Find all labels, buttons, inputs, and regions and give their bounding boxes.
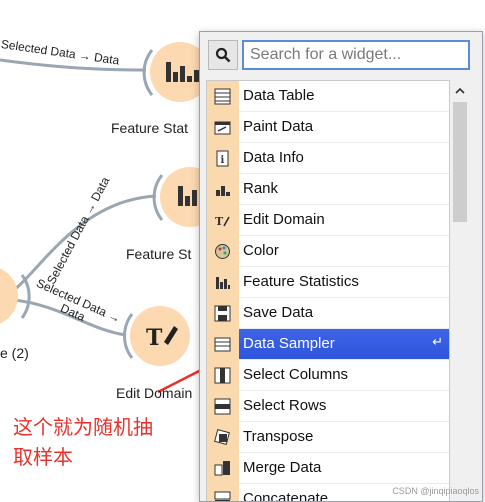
widget-item-transpose[interactable]: Transpose (207, 422, 449, 453)
select-rows-icon (214, 398, 231, 415)
widget-item-label: Color (243, 242, 279, 259)
widget-item-label: Save Data (243, 304, 314, 321)
widget-item-select-rows[interactable]: Select Rows (207, 391, 449, 422)
annotation-text: 这个就为随机抽 取样本 (13, 412, 203, 472)
widget-item-label: Edit Domain (243, 211, 325, 228)
scroll-up-icon[interactable] (450, 80, 470, 100)
widget-icon-background (207, 236, 239, 267)
widget-search-popup: Data Table Paint Data i Data Info Rank T Edit … (199, 31, 483, 502)
annotation-line-1: 这个就为随机抽 (13, 415, 153, 439)
widget-list: Data Table Paint Data i Data Info Rank T Edit … (206, 80, 450, 501)
svg-text:T: T (215, 215, 224, 228)
widget-item-feature-statistics[interactable]: Feature Statistics (207, 267, 449, 298)
widget-item-label: Data Sampler (243, 335, 335, 352)
node-label-feature-statistics-2: Feature St (126, 246, 192, 262)
save-data-icon (214, 305, 231, 322)
select-columns-icon (214, 367, 231, 384)
widget-icon-background (207, 422, 239, 453)
widget-item-label: Paint Data (243, 118, 314, 135)
merge-data-icon (214, 460, 231, 477)
widget-icon-background (207, 174, 239, 205)
concatenate-icon (214, 491, 231, 501)
search-row (208, 40, 470, 72)
node-edit-domain[interactable]: T (122, 306, 190, 366)
widget-icon-background: T (207, 205, 239, 236)
paint-data-icon (214, 119, 231, 136)
widget-icon-background (207, 112, 239, 143)
search-input[interactable] (242, 40, 470, 70)
node-label-feature-statistics-1: Feature Stat (111, 120, 189, 136)
node-label-edit-domain: Edit Domain (116, 385, 193, 401)
widget-item-label: Rank (243, 180, 279, 197)
widget-item-label: Select Rows (243, 397, 327, 414)
widget-item-rank[interactable]: Rank (207, 174, 449, 205)
widget-item-label: Transpose (243, 428, 314, 445)
edit-domain-icon: T (214, 212, 231, 229)
widget-icon-background (207, 360, 239, 391)
link-1[interactable] (0, 58, 147, 72)
widget-item-label: Data Table (243, 87, 315, 104)
widget-item-label: Data Info (243, 149, 304, 166)
data-sampler-icon (214, 336, 231, 353)
widget-item-label: Concatenate (243, 490, 329, 501)
widget-item-save-data[interactable]: Save Data (207, 298, 449, 329)
widget-item-label: Feature Statistics (243, 273, 359, 290)
widget-icon-background (207, 453, 239, 484)
data-table-icon (214, 88, 231, 105)
node-left[interactable] (0, 266, 31, 326)
widget-icon-background (207, 329, 239, 360)
annotation-line-2: 取样本 (13, 445, 73, 469)
widget-item-edit-domain[interactable]: T Edit Domain (207, 205, 449, 236)
widget-icon-background: i (207, 143, 239, 174)
widget-icon-background (207, 81, 239, 112)
svg-text:T: T (146, 325, 163, 351)
widget-item-merge-data[interactable]: Merge Data (207, 453, 449, 484)
data-info-icon: i (214, 150, 231, 167)
rank-icon (214, 181, 231, 198)
enter-icon: ↵ (432, 335, 443, 350)
transpose-icon (214, 429, 231, 446)
widget-item-label: Merge Data (243, 459, 322, 476)
widget-icon-background (207, 298, 239, 329)
widget-item-data-info[interactable]: i Data Info (207, 143, 449, 174)
widget-item-data-table[interactable]: Data Table (207, 81, 449, 112)
widget-item-data-sampler[interactable]: Data Sampler ↵ (207, 329, 449, 360)
scrollbar[interactable] (450, 80, 470, 501)
feature-statistics-icon (214, 274, 231, 291)
widget-icon-background (207, 484, 239, 501)
svg-text:i: i (221, 155, 225, 166)
widget-item-color[interactable]: Color (207, 236, 449, 267)
watermark: CSDN @jinqipiaoqlos (392, 486, 479, 496)
search-icon (208, 40, 238, 70)
widget-item-paint-data[interactable]: Paint Data (207, 112, 449, 143)
color-icon (214, 243, 231, 260)
scroll-thumb[interactable] (453, 102, 467, 222)
widget-icon-background (207, 267, 239, 298)
node-label-left: e (2) (0, 345, 29, 361)
widget-item-label: Select Columns (243, 366, 349, 383)
widget-item-select-columns[interactable]: Select Columns (207, 360, 449, 391)
widget-icon-background (207, 391, 239, 422)
